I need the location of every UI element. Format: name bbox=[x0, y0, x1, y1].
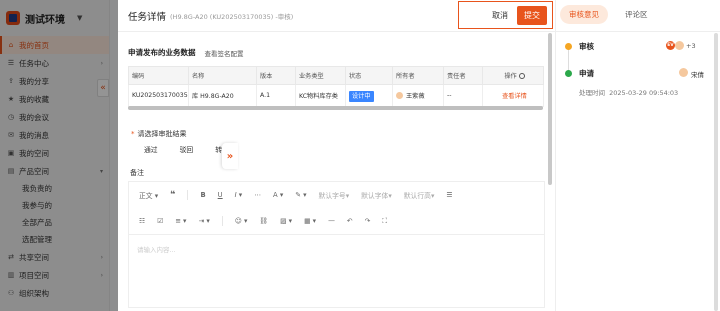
task-detail-drawer: 任务详情 (H9.8G-A20 (KU202503170035) -审核) 取消… bbox=[118, 0, 720, 311]
remark-input[interactable]: 请输入内容... bbox=[129, 234, 544, 302]
tab-review-opinion[interactable]: 审核意见 bbox=[560, 5, 608, 24]
drawer-subtitle: (H9.8G-A20 (KU202503170035) -审核) bbox=[170, 12, 294, 21]
processing-time: 处理时间 2025-03-29 09:54:03 bbox=[579, 87, 678, 97]
column-header: 责任者 bbox=[443, 66, 483, 85]
header-actions: 取消 提交 bbox=[458, 1, 553, 29]
paragraph-select[interactable]: 正文 ▾ bbox=[139, 190, 158, 200]
divider-icon[interactable]: — bbox=[328, 217, 335, 225]
modal-overlay[interactable] bbox=[0, 0, 118, 311]
italic-icon[interactable]: I ▾ bbox=[235, 191, 243, 199]
line-height-select[interactable]: 默认行高▾ bbox=[404, 190, 435, 200]
image-icon[interactable]: ▨ ▾ bbox=[280, 217, 292, 225]
cell-name: 库 H9.8G-A20 bbox=[188, 84, 257, 107]
gear-icon[interactable] bbox=[518, 73, 525, 79]
editor-toolbar-row-1: 正文 ▾ ❝ B U I ▾ ⋯ A ▾ ✎ ▾ 默认字号▾ 默认字体▾ 默认行… bbox=[129, 182, 544, 208]
drawer-header: 任务详情 (H9.8G-A20 (KU202503170035) -审核) 取消… bbox=[118, 0, 720, 32]
column-header: 业务类型 bbox=[295, 66, 346, 85]
processing-time-label: 处理时间 bbox=[579, 89, 605, 97]
remark-label: 备注 bbox=[130, 169, 144, 177]
section-header: 申请发布的业务数据 查看签名配置 bbox=[128, 47, 244, 58]
table-icon[interactable]: ▦ ▾ bbox=[304, 217, 316, 225]
cell-responsible: -- bbox=[443, 84, 483, 107]
avatar bbox=[679, 68, 688, 77]
undo-icon[interactable]: ↶ bbox=[347, 217, 353, 225]
table-row: KU202503170035 库 H9.8G-A20 A.1 KC物料库存类 设… bbox=[128, 84, 544, 107]
emoji-icon[interactable]: ☺ ▾ bbox=[235, 217, 248, 225]
cell-status: 设计中 bbox=[345, 84, 393, 107]
fullscreen-icon[interactable]: ⛶ bbox=[382, 217, 387, 226]
pending-status-icon bbox=[565, 43, 572, 50]
editor-toolbar-row-2: ☷ ☑ ≡ ▾ ⇥ ▾ ☺ ▾ ⛓ ▨ ▾ ▦ ▾ — ↶ ↷ ⛶ bbox=[129, 208, 544, 234]
font-color-icon[interactable]: A ▾ bbox=[273, 191, 283, 199]
table-header-row: 编码 名称 版本 业务类型 状态 所有者 责任者 操作 bbox=[128, 66, 544, 85]
timeline-step-apply: 申请 bbox=[579, 69, 594, 78]
bold-icon[interactable]: B bbox=[200, 191, 205, 199]
numbered-list-icon[interactable]: ☷ bbox=[139, 217, 145, 225]
cell-owner: 王紫薇 bbox=[392, 84, 444, 107]
font-size-label: 默认字号 bbox=[318, 192, 346, 200]
rich-text-editor: 正文 ▾ ❝ B U I ▾ ⋯ A ▾ ✎ ▾ 默认字号▾ 默认字体▾ 默认行… bbox=[128, 181, 545, 308]
avatar bbox=[396, 92, 403, 99]
submit-button[interactable]: 提交 bbox=[517, 5, 547, 25]
section-title: 申请发布的业务数据 bbox=[128, 48, 196, 57]
view-signature-config-link[interactable]: 查看签名配置 bbox=[205, 48, 244, 58]
avatar: EV bbox=[666, 41, 675, 50]
redo-icon[interactable]: ↷ bbox=[365, 217, 371, 225]
column-header: 版本 bbox=[256, 66, 296, 85]
owner-name: 王紫薇 bbox=[406, 93, 425, 100]
more-icon[interactable]: ⋯ bbox=[254, 191, 261, 199]
cell-actions: 查看详情 bbox=[482, 84, 544, 107]
quote-icon[interactable]: ❝ bbox=[170, 190, 175, 200]
column-header-actions: 操作 bbox=[482, 66, 544, 85]
expand-button[interactable]: » bbox=[222, 143, 238, 169]
font-size-select[interactable]: 默认字号▾ bbox=[319, 190, 350, 200]
font-family-label: 默认字体 bbox=[361, 192, 389, 200]
cancel-button[interactable]: 取消 bbox=[492, 10, 508, 21]
status-badge: 设计中 bbox=[349, 91, 374, 102]
column-header: 编码 bbox=[128, 66, 189, 85]
processing-time-value: 2025-03-29 09:54:03 bbox=[609, 89, 679, 97]
cell-code: KU202503170035 bbox=[128, 84, 189, 107]
approve-option[interactable]: 通过 bbox=[144, 144, 158, 154]
drawer-main: 申请发布的业务数据 查看签名配置 编码 名称 版本 业务类型 状态 所有者 责任… bbox=[118, 33, 555, 311]
business-data-table: 编码 名称 版本 业务类型 状态 所有者 责任者 操作 KU2025031700… bbox=[128, 66, 544, 107]
column-header: 操作 bbox=[504, 73, 517, 80]
highlight-icon[interactable]: ✎ ▾ bbox=[295, 191, 306, 199]
align-icon[interactable]: ≡ ▾ bbox=[175, 217, 186, 225]
link-icon[interactable]: ⛓ bbox=[259, 217, 268, 225]
paragraph-select-label: 正文 bbox=[139, 192, 153, 200]
underline-icon[interactable]: U bbox=[218, 191, 223, 199]
more-reviewers-count[interactable]: +3 bbox=[686, 42, 696, 50]
done-status-icon bbox=[565, 70, 572, 77]
required-marker: * bbox=[131, 130, 135, 138]
approval-prompt-label: 请选择审批结果 bbox=[137, 130, 187, 138]
cell-type: KC物料库存类 bbox=[295, 84, 346, 107]
panel-scrollbar[interactable] bbox=[714, 33, 718, 311]
applicant-name: 宋倩 bbox=[691, 71, 704, 79]
timeline-step-review: 审核 bbox=[579, 42, 594, 51]
tab-comments[interactable]: 评论区 bbox=[616, 5, 657, 24]
table-horizontal-scrollbar[interactable] bbox=[128, 106, 543, 110]
approval-prompt: * 请选择审批结果 bbox=[131, 129, 187, 139]
column-header: 状态 bbox=[345, 66, 393, 85]
approval-options: 通过 驳回 转办 bbox=[144, 144, 229, 154]
font-family-select[interactable]: 默认字体▾ bbox=[361, 190, 392, 200]
cell-version: A.1 bbox=[256, 84, 296, 107]
todo-list-icon[interactable]: ☑ bbox=[157, 217, 163, 225]
line-height-label: 默认行高 bbox=[403, 192, 431, 200]
column-header: 所有者 bbox=[392, 66, 444, 85]
reject-option[interactable]: 驳回 bbox=[180, 144, 194, 154]
bulleted-list-icon[interactable]: ☰ bbox=[446, 191, 452, 199]
column-header: 名称 bbox=[188, 66, 257, 85]
main-vertical-scrollbar[interactable] bbox=[548, 33, 552, 185]
toolbar-separator bbox=[221, 216, 223, 226]
view-detail-link[interactable]: 查看详情 bbox=[502, 93, 527, 100]
avatar bbox=[675, 41, 684, 50]
drawer-title: 任务详情 bbox=[128, 11, 167, 23]
indent-icon[interactable]: ⇥ ▾ bbox=[198, 217, 209, 225]
toolbar-separator bbox=[187, 190, 189, 200]
right-tabs: 审核意见 评论区 bbox=[560, 5, 657, 24]
review-panel: 审核 EV +3 申请 宋倩 处理时间 2025-03-29 09:54:03 bbox=[556, 33, 720, 311]
